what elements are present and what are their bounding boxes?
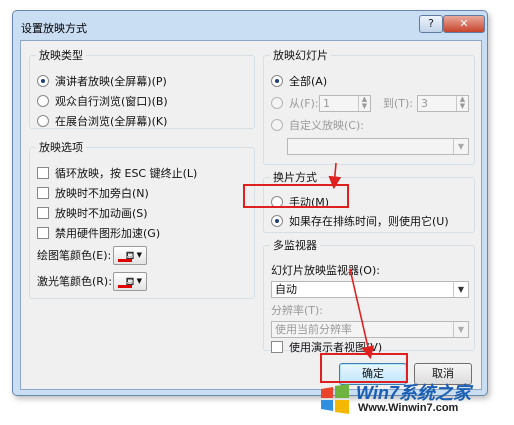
to-slide-stepper[interactable]: 3 ▲ ▼	[417, 95, 469, 112]
radio-icon	[37, 95, 49, 107]
laser-color-label: 激光笔颜色(R):	[37, 275, 112, 288]
chevron-down-icon: ▼	[453, 322, 468, 337]
radio-custom-show[interactable]: 自定义放映(C):	[271, 118, 364, 134]
radio-selected-icon	[271, 75, 283, 87]
show-options-legend: 放映选项	[39, 141, 83, 154]
chevron-down-icon: ▼	[136, 277, 142, 285]
close-button[interactable]: ✕	[443, 15, 485, 33]
radio-kiosk[interactable]: 在展台浏览(全屏幕)(K)	[37, 114, 167, 130]
checkbox-icon	[37, 167, 49, 179]
checkbox-icon	[37, 207, 49, 219]
dialog-body: 放映类型 演讲者放映(全屏幕)(P) 观众自行浏览(窗口)(B) 在展台浏览(全…	[20, 40, 482, 390]
check-disable-hw-accel[interactable]: 禁用硬件图形加速(G)	[37, 226, 160, 242]
advance-legend: 换片方式	[273, 171, 317, 184]
check-loop[interactable]: 循环放映，按 ESC 键终止(L)	[37, 166, 197, 182]
spin-arrows-icon: ▲ ▼	[456, 96, 468, 111]
to-slide-label: 到(T):	[383, 97, 414, 110]
radio-use-timings[interactable]: 如果存在排练时间，则使用它(U)	[271, 214, 449, 230]
manual-highlight-box	[243, 184, 349, 208]
windows-logo-icon	[321, 384, 349, 414]
radio-all-slides[interactable]: 全部(A)	[271, 74, 327, 90]
checkbox-icon	[37, 227, 49, 239]
slides-legend: 放映幻灯片	[273, 49, 328, 62]
checkbox-icon	[271, 341, 283, 353]
title-bar: 设置放映方式 ? ✕	[13, 11, 487, 39]
monitor-select[interactable]: 自动 ▼	[271, 281, 469, 298]
spin-arrows-icon: ▲ ▼	[358, 96, 370, 111]
radio-selected-icon	[37, 75, 49, 87]
checkbox-icon	[37, 187, 49, 199]
resolution-select[interactable]: 使用当前分辨率 ▼	[271, 321, 469, 338]
chevron-down-icon: ▼	[453, 282, 468, 297]
radio-slide-range[interactable]: 从(F):	[271, 96, 319, 112]
dialog-title: 设置放映方式	[21, 22, 87, 35]
watermark: Win7系统之家 Www.Winwin7.com	[318, 378, 498, 418]
pen-color-button[interactable]: ⛾ ▼	[113, 246, 147, 265]
show-type-legend: 放映类型	[39, 49, 83, 62]
custom-show-select[interactable]: ▼	[287, 138, 469, 155]
radio-icon	[271, 119, 283, 131]
chevron-down-icon: ▼	[136, 251, 142, 259]
check-no-narration[interactable]: 放映时不加旁白(N)	[37, 186, 149, 202]
check-no-animation[interactable]: 放映时不加动画(S)	[37, 206, 148, 222]
help-button[interactable]: ?	[419, 15, 443, 33]
pen-color-swatch	[118, 259, 132, 262]
resolution-label: 分辨率(T):	[271, 304, 324, 317]
pen-color-label: 绘图笔颜色(E):	[37, 249, 112, 262]
radio-icon	[37, 115, 49, 127]
from-slide-stepper[interactable]: 1 ▲ ▼	[319, 95, 371, 112]
monitors-legend: 多监视器	[273, 239, 317, 252]
radio-icon	[271, 97, 283, 109]
laser-color-button[interactable]: ⛾ ▼	[113, 272, 147, 291]
watermark-url: Www.Winwin7.com	[358, 402, 459, 414]
radio-browse-window[interactable]: 观众自行浏览(窗口)(B)	[37, 94, 168, 110]
radio-selected-icon	[271, 215, 283, 227]
radio-presenter-fullscreen[interactable]: 演讲者放映(全屏幕)(P)	[37, 74, 167, 90]
laser-color-swatch	[118, 285, 132, 288]
chevron-down-icon: ▼	[453, 139, 468, 154]
monitor-label: 幻灯片放映监视器(O):	[271, 264, 380, 277]
